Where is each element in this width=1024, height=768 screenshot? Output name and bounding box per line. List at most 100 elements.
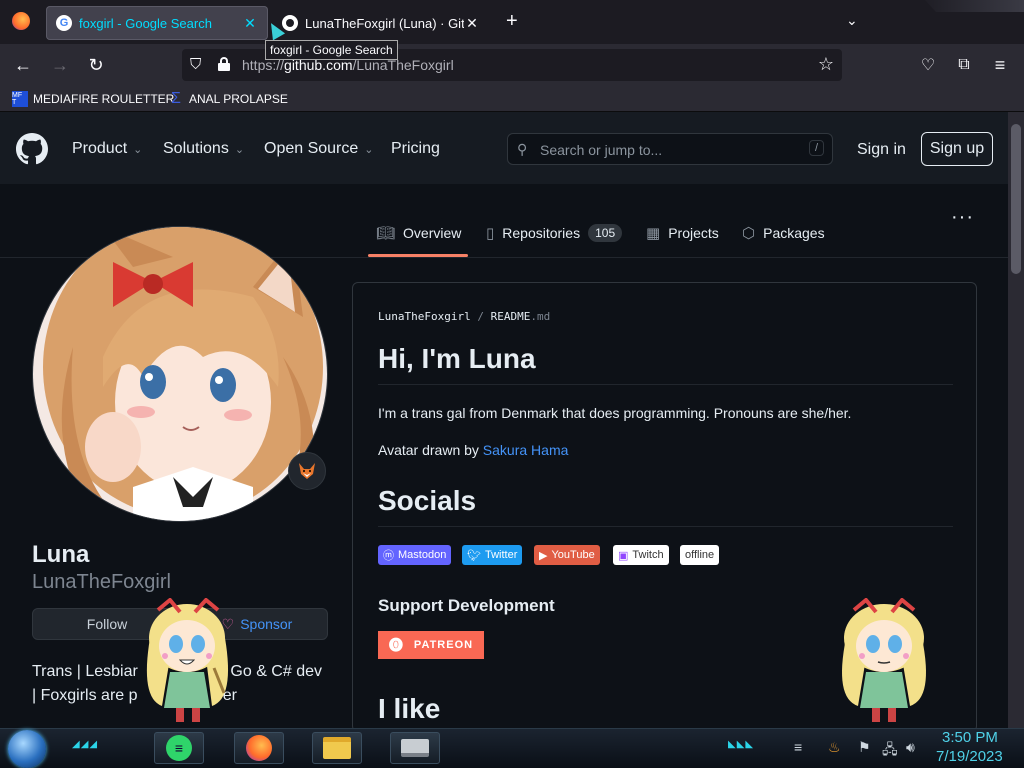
search-shortcut-key: / [808,140,824,156]
nav-solutions[interactable]: Solutions ⌄ [163,140,244,158]
search-input[interactable]: ⚲ Search or jump to... / [507,133,833,165]
readme-avatar-credit: Avatar drawn by Sakura Hama [378,442,569,458]
back-icon[interactable]: ← [10,52,36,78]
tab-tooltip: foxgirl - Google Search [265,40,398,60]
more-options-icon[interactable]: ··· [951,206,974,229]
github-header: Product ⌄ Solutions ⌄ Open Source ⌄ Pricing… [0,112,1008,184]
search-placeholder: Search or jump to... [540,142,663,158]
page-scrollbar[interactable] [1008,112,1024,728]
nav-pricing[interactable]: Pricing [391,140,440,158]
tab-github[interactable]: LunaTheFoxgirl (Luna) · GitHub ✕ [272,6,490,40]
menu-icon[interactable]: ≡ [987,52,1013,78]
firefox-icon [246,735,272,761]
list-all-tabs-icon[interactable]: ⌄ [846,12,858,29]
chevron-down-icon: ⌄ [133,143,143,156]
start-button[interactable] [8,730,46,768]
firefox-menu-icon[interactable] [12,12,30,30]
drive-icon [401,739,429,757]
close-tab-icon[interactable]: ✕ [464,15,480,32]
close-tab-icon[interactable]: ✕ [242,15,258,32]
tab-projects[interactable]: ▦ Projects [646,224,719,242]
notes-app-icon: ≡ [166,735,192,761]
sign-up-button[interactable]: Sign up [921,132,993,166]
tab-title: LunaTheFoxgirl (Luna) · GitHub [305,15,464,31]
bookmark-label: MEDIAFIRE ROULETTER [33,92,175,106]
sigma-icon: Σ [171,90,181,107]
sakura-hama-link[interactable]: Sakura Hama [483,442,569,458]
nav-open-source[interactable]: Open Source ⌄ [264,140,374,158]
mascot-character-left [140,597,235,726]
twitter-badge[interactable]: 🐦︎ Twitter [462,545,523,565]
mastodon-badge[interactable]: ⓜ Mastodon [378,545,452,565]
show-hidden-icons[interactable]: ≡ [794,739,802,755]
youtube-badge[interactable]: ▶ YouTube [534,545,600,565]
book-icon: 📖︎ [376,225,396,242]
taskbar-device-app[interactable] [390,732,440,764]
active-tab-indicator [368,254,468,257]
clock-time[interactable]: 3:50 PM [942,729,998,746]
readme-user-link[interactable]: LunaTheFoxgirl [378,310,471,323]
lock-icon[interactable] [218,57,230,71]
new-tab-button[interactable]: + [506,10,518,33]
repositories-count: 105 [588,224,623,242]
mastodon-icon: ⓜ [383,550,394,562]
readme-path: LunaTheFoxgirl / README.md [378,310,551,323]
clock-date[interactable]: 7/19/2023 [936,748,1003,765]
support-heading: Support Development [378,596,555,615]
mascot-character-right [834,597,934,726]
tab-repositories[interactable]: ▯ Repositories 105 [486,224,623,242]
twitter-icon: 🐦︎ [467,549,481,562]
twitch-status-badge[interactable]: offline [680,545,720,565]
github-icon [282,15,298,31]
chevron-down-icon: ⌄ [364,143,374,156]
bookmark-star-icon[interactable]: ☆ [818,54,834,75]
taskbar-firefox[interactable] [234,732,284,764]
search-icon: ⚲ [517,141,528,157]
sign-in-link[interactable]: Sign in [857,141,906,159]
patreon-button[interactable]: ⓿ PATREON [378,631,484,659]
fox-status-icon[interactable] [288,452,326,490]
i-like-heading: I like [378,693,441,724]
action-center-icon[interactable]: ⚑ [858,739,871,756]
bookmark-mediafire[interactable]: MF T MEDIAFIRE ROULETTER [12,91,174,107]
profile-name: Luna [32,541,90,568]
browser-tab-strip: G foxgirl - Google Search ✕ LunaTheFoxgi… [0,0,1024,44]
windows-taskbar: ◢◢◢ ≡ ◣◣◣ ≡ ♨ ⚑ 🖧︎ 🔊︎ 3:50 PM 7/19/2023 [0,728,1024,768]
pocket-icon[interactable]: ♡ [915,52,941,78]
navigation-toolbar: ← → ↻ ⛉ https://github.com/LunaTheFoxgir… [0,44,1024,86]
taskbar-file-explorer[interactable] [312,732,362,764]
folder-icon [323,737,351,759]
taskbar-notes-app[interactable]: ≡ [154,732,204,764]
readme-file-link[interactable]: README [491,310,531,323]
forward-icon[interactable]: → [47,52,73,78]
taskbar-decoration: ◢◢◢ [72,739,99,750]
scrollbar-thumb[interactable] [1011,124,1021,274]
youtube-icon: ▶ [539,549,548,562]
readme-intro: I'm a trans gal from Denmark that does p… [378,405,852,421]
bookmarks-toolbar: MF T MEDIAFIRE ROULETTER Σ ANAL PROLAPSE [0,86,1024,112]
github-logo-icon[interactable] [16,133,48,165]
twitch-icon: ▣ [618,549,629,562]
socials-heading: Socials [378,485,477,516]
reload-icon[interactable]: ↻ [83,52,109,78]
table-icon: ▦ [646,225,661,242]
avatar[interactable] [32,226,328,522]
profile-login: LunaTheFoxgirl [32,571,171,593]
google-icon: G [56,15,72,31]
volume-icon[interactable]: 🔊︎ [906,739,915,756]
extensions-icon[interactable]: ⧉ [951,52,977,78]
java-icon[interactable]: ♨ [828,739,841,756]
taskbar-decoration: ◣◣◣ [728,739,755,750]
tab-overview[interactable]: 📖︎ Overview [376,224,461,242]
package-icon: ⬡ [742,225,756,242]
readme-heading: Hi, I'm Luna [378,343,536,374]
chevron-down-icon: ⌄ [234,143,245,156]
network-icon[interactable]: 🖧︎ [882,739,898,763]
nav-product[interactable]: Product ⌄ [72,140,142,158]
tab-google-search[interactable]: G foxgirl - Google Search ✕ [46,6,268,40]
twitch-badge[interactable]: ▣ Twitch [613,545,669,565]
bookmark-anal-prolapse[interactable]: Σ ANAL PROLAPSE [168,90,288,107]
tab-packages[interactable]: ⬡ Packages [742,224,825,242]
shield-icon[interactable]: ⛉ [190,56,201,73]
repo-icon: ▯ [486,225,495,242]
